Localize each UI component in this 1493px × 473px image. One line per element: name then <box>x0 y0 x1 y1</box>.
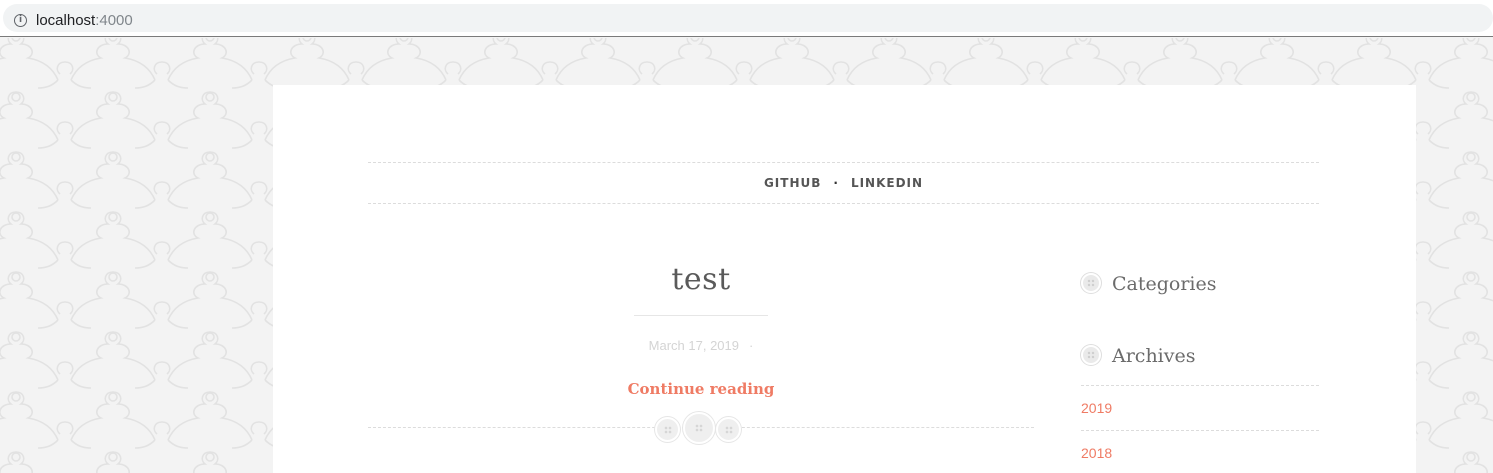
nav-item-github[interactable]: GITHUB <box>764 176 821 190</box>
categories-title: Categories <box>1112 273 1217 295</box>
url-host: localhost <box>36 12 96 29</box>
post-date: March 17, 2019 <box>648 338 739 353</box>
buttons-icon <box>653 412 743 444</box>
archive-link-2019[interactable]: 2019 <box>1081 400 1112 416</box>
address-bar[interactable]: i localhost:4000 <box>3 4 1493 32</box>
meta-separator: · <box>749 338 754 353</box>
browser-toolbar: i localhost:4000 <box>0 0 1493 37</box>
button-icon <box>655 417 680 442</box>
button-icon <box>1081 273 1101 293</box>
post-title[interactable]: test <box>368 262 1034 297</box>
archives-title: Archives <box>1112 345 1196 367</box>
page-container: GITHUB · LINKEDIN test March 17, 2019 · Con… <box>273 85 1416 473</box>
post-meta: March 17, 2019 · <box>368 338 1034 353</box>
categories-heading: Categories <box>1081 272 1319 298</box>
nav-item-linkedin[interactable]: LINKEDIN <box>851 176 923 190</box>
button-icon <box>1081 345 1101 365</box>
info-icon[interactable]: i <box>14 14 27 27</box>
url-text[interactable]: localhost:4000 <box>36 12 133 29</box>
main-nav: GITHUB · LINKEDIN <box>368 162 1319 204</box>
post-summary: test March 17, 2019 · Continue reading <box>368 260 1034 444</box>
archives-heading: Archives <box>1081 344 1319 370</box>
nav-separator: · <box>833 176 839 190</box>
title-divider <box>634 315 768 316</box>
continue-reading-link[interactable]: Continue reading <box>368 380 1034 398</box>
url-port: :4000 <box>95 12 133 29</box>
archives-list: 2019 2018 <box>1081 385 1319 473</box>
button-icon <box>683 412 715 444</box>
button-icon <box>716 417 741 442</box>
list-item: 2019 <box>1081 385 1319 430</box>
archive-link-2018[interactable]: 2018 <box>1081 445 1112 461</box>
list-item: 2018 <box>1081 430 1319 473</box>
